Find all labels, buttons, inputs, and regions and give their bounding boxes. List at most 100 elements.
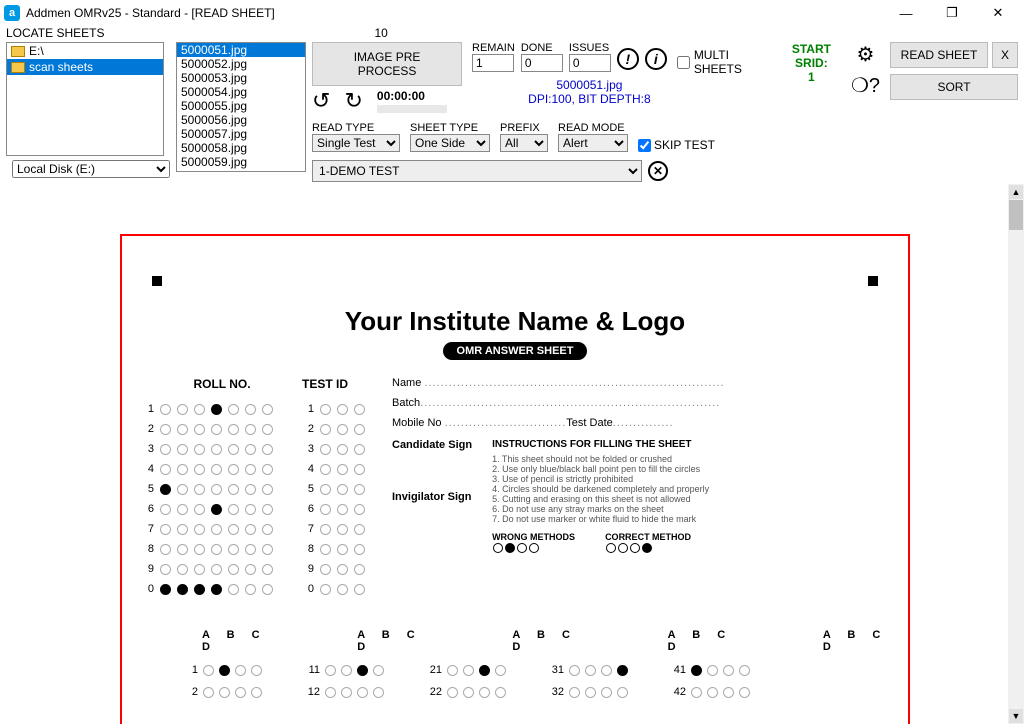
roll-bubble [228, 564, 239, 575]
start-srid-value: 1 [792, 70, 831, 84]
instruction-line: 6. Do not use any stray marks on the she… [492, 504, 709, 514]
sheet-title: Your Institute Name & Logo [142, 306, 888, 337]
rotate-ccw-icon[interactable]: ↺ [312, 88, 330, 114]
scroll-thumb[interactable] [1009, 200, 1023, 230]
issues-input[interactable] [569, 54, 611, 72]
scroll-down-arrow[interactable]: ▼ [1009, 709, 1023, 723]
corner-marker-tl [152, 276, 162, 286]
scroll-up-arrow[interactable]: ▲ [1009, 185, 1023, 199]
testid-bubble [320, 424, 331, 435]
testid-bubble [337, 424, 348, 435]
testid-bubble [337, 504, 348, 515]
answer-bubble [341, 687, 352, 698]
roll-bubble [177, 544, 188, 555]
file-list-item[interactable]: 5000051.jpg [177, 43, 305, 57]
remain-input[interactable] [472, 54, 514, 72]
roll-bubble [228, 504, 239, 515]
name-field-label: Name [392, 377, 421, 389]
drive-select[interactable]: Local Disk (E:) [12, 160, 170, 178]
roll-bubble [228, 524, 239, 535]
roll-bubble [211, 424, 222, 435]
file-list-item[interactable]: 5000060.jpg [177, 169, 305, 172]
remain-label: REMAIN [472, 42, 515, 54]
file-list-item[interactable]: 5000054.jpg [177, 85, 305, 99]
gear-icon[interactable]: ⚙ [857, 42, 875, 67]
read-type-select[interactable]: Single Test [312, 134, 400, 152]
file-list-item[interactable]: 5000052.jpg [177, 57, 305, 71]
wrong-methods-label: WRONG METHODS [492, 532, 575, 542]
testid-bubble [320, 484, 331, 495]
read-sheet-button[interactable]: READ SHEET [890, 42, 988, 68]
instruction-line: 1. This sheet should not be folded or cr… [492, 454, 709, 464]
instruction-line: 3. Use of pencil is strictly prohibited [492, 474, 709, 484]
answer-bubble [357, 665, 368, 676]
warning-icon[interactable]: ! [617, 48, 639, 70]
roll-bubble [245, 504, 256, 515]
test-select[interactable]: 1-DEMO TEST [312, 160, 642, 182]
roll-bubble [194, 564, 205, 575]
testid-bubble [320, 504, 331, 515]
sort-button[interactable]: SORT [890, 74, 1018, 100]
multi-sheets-checkbox[interactable] [677, 56, 690, 69]
omr-sheet: Your Institute Name & Logo OMR ANSWER SH… [120, 234, 910, 724]
read-mode-select[interactable]: Alert [558, 134, 628, 152]
file-list-item[interactable]: 5000059.jpg [177, 155, 305, 169]
tree-drive[interactable]: E:\ [7, 43, 163, 59]
minimize-button[interactable]: — [892, 3, 920, 23]
maximize-button[interactable]: ❐ [938, 3, 966, 23]
roll-bubble [160, 524, 171, 535]
tree-folder-scan-sheets[interactable]: scan sheets [7, 59, 163, 75]
file-list[interactable]: 5000051.jpg5000052.jpg5000053.jpg5000054… [176, 42, 306, 172]
done-input[interactable] [521, 54, 563, 72]
answer-bubble [219, 687, 230, 698]
start-srid-label: START SRID: [792, 42, 831, 70]
roll-bubble [245, 444, 256, 455]
roll-bubble [177, 484, 188, 495]
roll-bubble [177, 524, 188, 535]
image-pre-process-button[interactable]: IMAGE PRE PROCESS [312, 42, 462, 86]
roll-bubble [228, 464, 239, 475]
answer-bubble [601, 687, 612, 698]
vertical-scrollbar[interactable]: ▲ ▼ [1008, 184, 1024, 724]
roll-bubble [177, 424, 188, 435]
roll-bubble [194, 504, 205, 515]
roll-bubble [211, 544, 222, 555]
roll-bubble [245, 464, 256, 475]
file-list-item[interactable]: 5000055.jpg [177, 99, 305, 113]
prefix-select[interactable]: All [500, 134, 548, 152]
roll-bubble [262, 444, 273, 455]
roll-bubble [245, 404, 256, 415]
answer-bubble [373, 687, 384, 698]
roll-bubble [245, 544, 256, 555]
file-list-item[interactable]: 5000056.jpg [177, 113, 305, 127]
current-file-name: 5000051.jpg [512, 78, 667, 92]
skip-test-checkbox[interactable] [638, 139, 651, 152]
folder-tree[interactable]: E:\ scan sheets [6, 42, 164, 156]
testid-bubble [337, 564, 348, 575]
info-icon[interactable]: i [645, 48, 667, 70]
read-type-label: READ TYPE [312, 122, 400, 134]
answer-bubble [723, 665, 734, 676]
answer-bubble [325, 665, 336, 676]
file-list-item[interactable]: 5000058.jpg [177, 141, 305, 155]
file-list-item[interactable]: 5000057.jpg [177, 127, 305, 141]
answer-bubble [707, 665, 718, 676]
testid-bubble [337, 524, 348, 535]
roll-bubble [177, 504, 188, 515]
help-icon[interactable]: ❍? [851, 73, 880, 98]
answer-bubble [463, 665, 474, 676]
instruction-line: 7. Do not use marker or white fluid to h… [492, 514, 709, 524]
answer-bubble [203, 687, 214, 698]
sheet-type-select[interactable]: One Side [410, 134, 490, 152]
testid-bubble [354, 564, 365, 575]
clear-test-icon[interactable]: ✕ [648, 161, 668, 181]
roll-bubble [262, 544, 273, 555]
rotate-cw-icon[interactable]: ↻ [344, 88, 362, 114]
sheet-subtitle: OMR ANSWER SHEET [443, 342, 588, 360]
sheet-count: 10 [374, 26, 387, 40]
close-window-button[interactable]: ✕ [984, 3, 1012, 23]
file-list-item[interactable]: 5000053.jpg [177, 71, 305, 85]
answer-bubble [203, 665, 214, 676]
abcd-header: A B C D [512, 629, 577, 653]
cancel-read-button[interactable]: X [992, 42, 1018, 68]
